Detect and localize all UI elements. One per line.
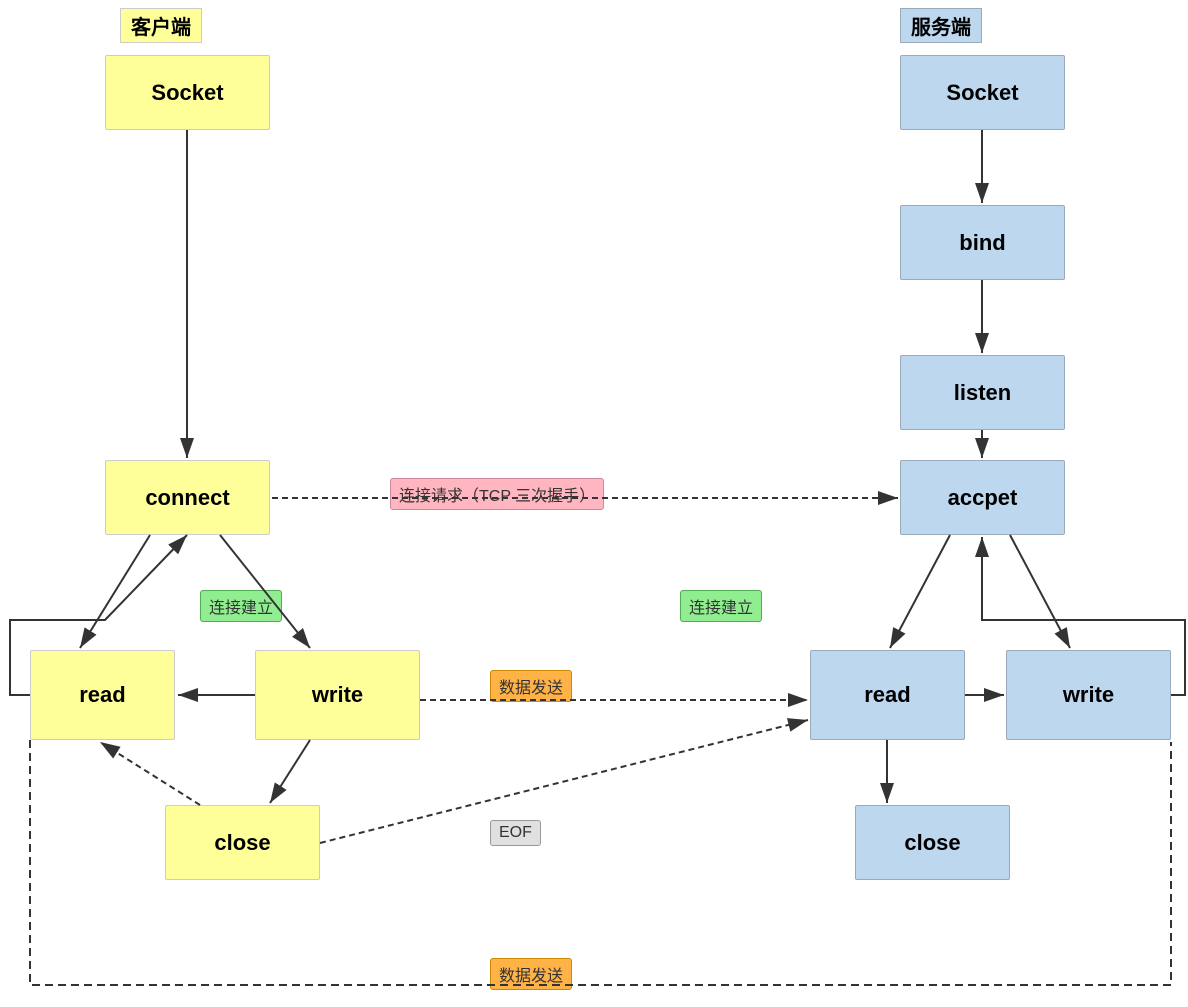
- client-socket-node: Socket: [105, 55, 270, 130]
- arrow-connect-to-read: [80, 535, 150, 648]
- client-read-node: read: [30, 650, 175, 740]
- server-write-node: write: [1006, 650, 1171, 740]
- arrow-accept-to-server-write: [1010, 535, 1070, 648]
- server-accept-node: accpet: [900, 460, 1065, 535]
- client-close-node: close: [165, 805, 320, 880]
- connection-request-label: 连接请求（TCP 三次握手）: [390, 478, 604, 510]
- connection-established-client-label: 连接建立: [200, 590, 282, 622]
- server-bind-node: bind: [900, 205, 1065, 280]
- server-close-node: close: [855, 805, 1010, 880]
- data-send-middle-label: 数据发送: [490, 670, 572, 702]
- data-send-bottom-label: 数据发送: [490, 958, 572, 990]
- connection-established-server-label: 连接建立: [680, 590, 762, 622]
- arrow-client-close-to-read-dashed: [100, 742, 200, 805]
- arrow-accept-to-server-read: [890, 535, 950, 648]
- client-label-box: 客户端: [120, 8, 202, 43]
- server-listen-node: listen: [900, 355, 1065, 430]
- eof-label: EOF: [490, 820, 541, 846]
- client-connect-node: connect: [105, 460, 270, 535]
- server-read-node: read: [810, 650, 965, 740]
- server-socket-node: Socket: [900, 55, 1065, 130]
- diagram-container: 客户端 服务端 客户端 服务端 Socket connect read writ…: [0, 0, 1188, 1007]
- client-write-node: write: [255, 650, 420, 740]
- arrow-client-write-to-close: [270, 740, 310, 803]
- server-label-box: 服务端: [900, 8, 982, 43]
